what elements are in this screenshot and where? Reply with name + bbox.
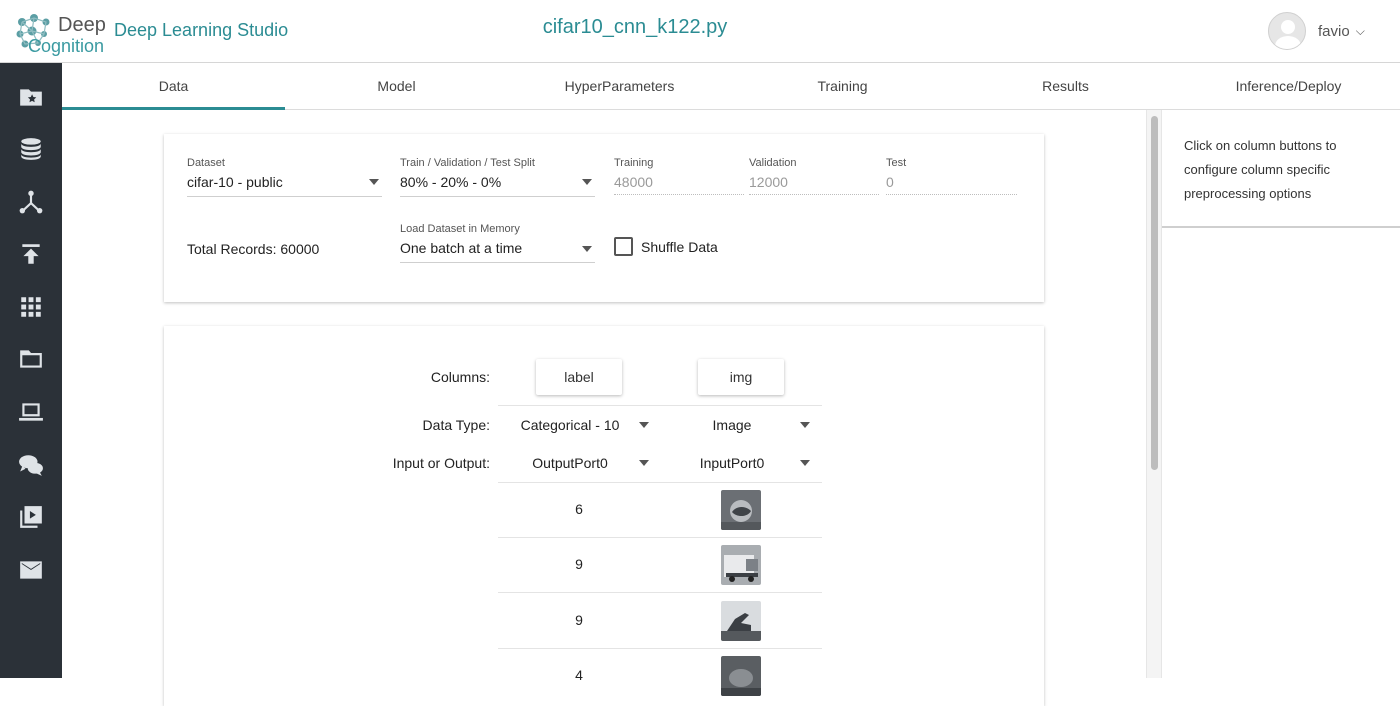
split-label: Train / Validation / Test Split — [400, 157, 535, 169]
chat-icon[interactable] — [17, 451, 45, 479]
tab-data[interactable]: Data — [62, 63, 285, 110]
validation-label: Validation — [749, 157, 797, 169]
cifar-thumbnail-icon — [721, 545, 761, 585]
folder-icon[interactable] — [17, 345, 45, 373]
training-count: 48000 — [614, 174, 653, 190]
dropdown-arrow-icon[interactable] — [639, 422, 649, 428]
load-memory-value[interactable]: One batch at a time — [400, 240, 522, 256]
dataset-label: Dataset — [187, 157, 225, 169]
divider — [400, 196, 595, 197]
load-memory-label: Load Dataset in Memory — [400, 223, 520, 235]
dataset-value[interactable]: cifar-10 - public — [187, 174, 283, 190]
scrollbar-thumb[interactable] — [1151, 116, 1158, 470]
apps-grid-icon[interactable] — [17, 293, 45, 321]
dropdown-arrow-icon[interactable] — [582, 246, 592, 252]
split-value[interactable]: 80% - 20% - 0% — [400, 174, 501, 190]
tab-model[interactable]: Model — [285, 63, 508, 110]
column-button-img[interactable]: img — [698, 359, 784, 395]
dataset-settings-card: Dataset cifar-10 - public Train / Valida… — [164, 134, 1044, 302]
user-menu[interactable]: favio ⌵ — [1268, 12, 1365, 50]
label-cell: 9 — [575, 556, 583, 572]
help-text: Click on column buttons to configure col… — [1184, 138, 1337, 201]
mail-icon[interactable] — [17, 556, 45, 584]
divider — [498, 648, 822, 649]
tab-results[interactable]: Results — [954, 63, 1177, 110]
help-panel: Click on column buttons to configure col… — [1162, 110, 1400, 228]
user-name[interactable]: favio — [1318, 23, 1350, 40]
cifar-thumbnail-icon — [721, 490, 761, 530]
dropdown-arrow-icon[interactable] — [639, 460, 649, 466]
label-cell: 6 — [575, 501, 583, 517]
divider — [187, 196, 382, 197]
divider — [400, 262, 595, 263]
upload-icon[interactable] — [17, 240, 45, 268]
dropdown-arrow-icon[interactable] — [800, 422, 810, 428]
video-library-icon[interactable] — [17, 503, 45, 531]
divider — [749, 194, 879, 195]
validation-count: 12000 — [749, 174, 788, 190]
app-header: Deep Cognition Deep Learning Studio cifa… — [0, 0, 1400, 63]
database-icon[interactable] — [17, 135, 45, 163]
laptop-icon[interactable] — [17, 398, 45, 426]
divider — [498, 482, 822, 483]
divider — [614, 194, 744, 195]
data-type-label: Data Type: — [422, 417, 490, 433]
vertical-scrollbar[interactable] — [1146, 110, 1162, 678]
dropdown-arrow-icon[interactable] — [369, 179, 379, 185]
data-type-value[interactable]: Categorical - 10 — [508, 417, 632, 433]
dropdown-arrow-icon[interactable] — [800, 460, 810, 466]
avatar[interactable] — [1268, 12, 1306, 50]
training-label: Training — [614, 157, 654, 169]
dropdown-arrow-icon[interactable] — [582, 179, 592, 185]
chevron-down-icon[interactable]: ⌵ — [1356, 24, 1365, 39]
network-icon[interactable] — [17, 188, 45, 216]
main-tabs: Data Model HyperParameters Training Resu… — [62, 63, 1400, 110]
total-records: Total Records: 60000 — [187, 241, 320, 257]
data-tab-content: Dataset cifar-10 - public Train / Valida… — [62, 110, 1146, 706]
columns-label: Columns: — [430, 369, 490, 385]
column-button-label[interactable]: label — [536, 359, 622, 395]
cifar-thumbnail-icon — [721, 601, 761, 641]
starred-folder-icon[interactable] — [17, 83, 45, 111]
tab-training[interactable]: Training — [731, 63, 954, 110]
shuffle-data-label[interactable]: Shuffle Data — [641, 239, 718, 255]
tab-hyperparameters[interactable]: HyperParameters — [508, 63, 731, 110]
io-value[interactable]: InputPort0 — [670, 455, 794, 471]
label-cell: 9 — [575, 612, 583, 628]
io-value[interactable]: OutputPort0 — [508, 455, 632, 471]
shuffle-data-checkbox[interactable] — [614, 237, 633, 256]
divider — [886, 194, 1017, 195]
label-cell: 4 — [575, 667, 583, 683]
divider — [498, 405, 822, 406]
logo-word-cognition: Cognition — [28, 36, 105, 56]
data-type-value[interactable]: Image — [670, 417, 794, 433]
test-count: 0 — [886, 174, 894, 190]
input-output-label: Input or Output: — [392, 455, 490, 471]
cifar-thumbnail-icon — [721, 656, 761, 696]
columns-card: Columns: Data Type: Input or Output: lab… — [164, 326, 1044, 706]
tab-inference-deploy[interactable]: Inference/Deploy — [1177, 63, 1400, 110]
project-file-name: cifar10_cnn_k122.py — [542, 16, 728, 38]
divider — [498, 537, 822, 538]
sidebar — [0, 63, 62, 678]
divider — [498, 592, 822, 593]
test-label: Test — [886, 157, 907, 169]
